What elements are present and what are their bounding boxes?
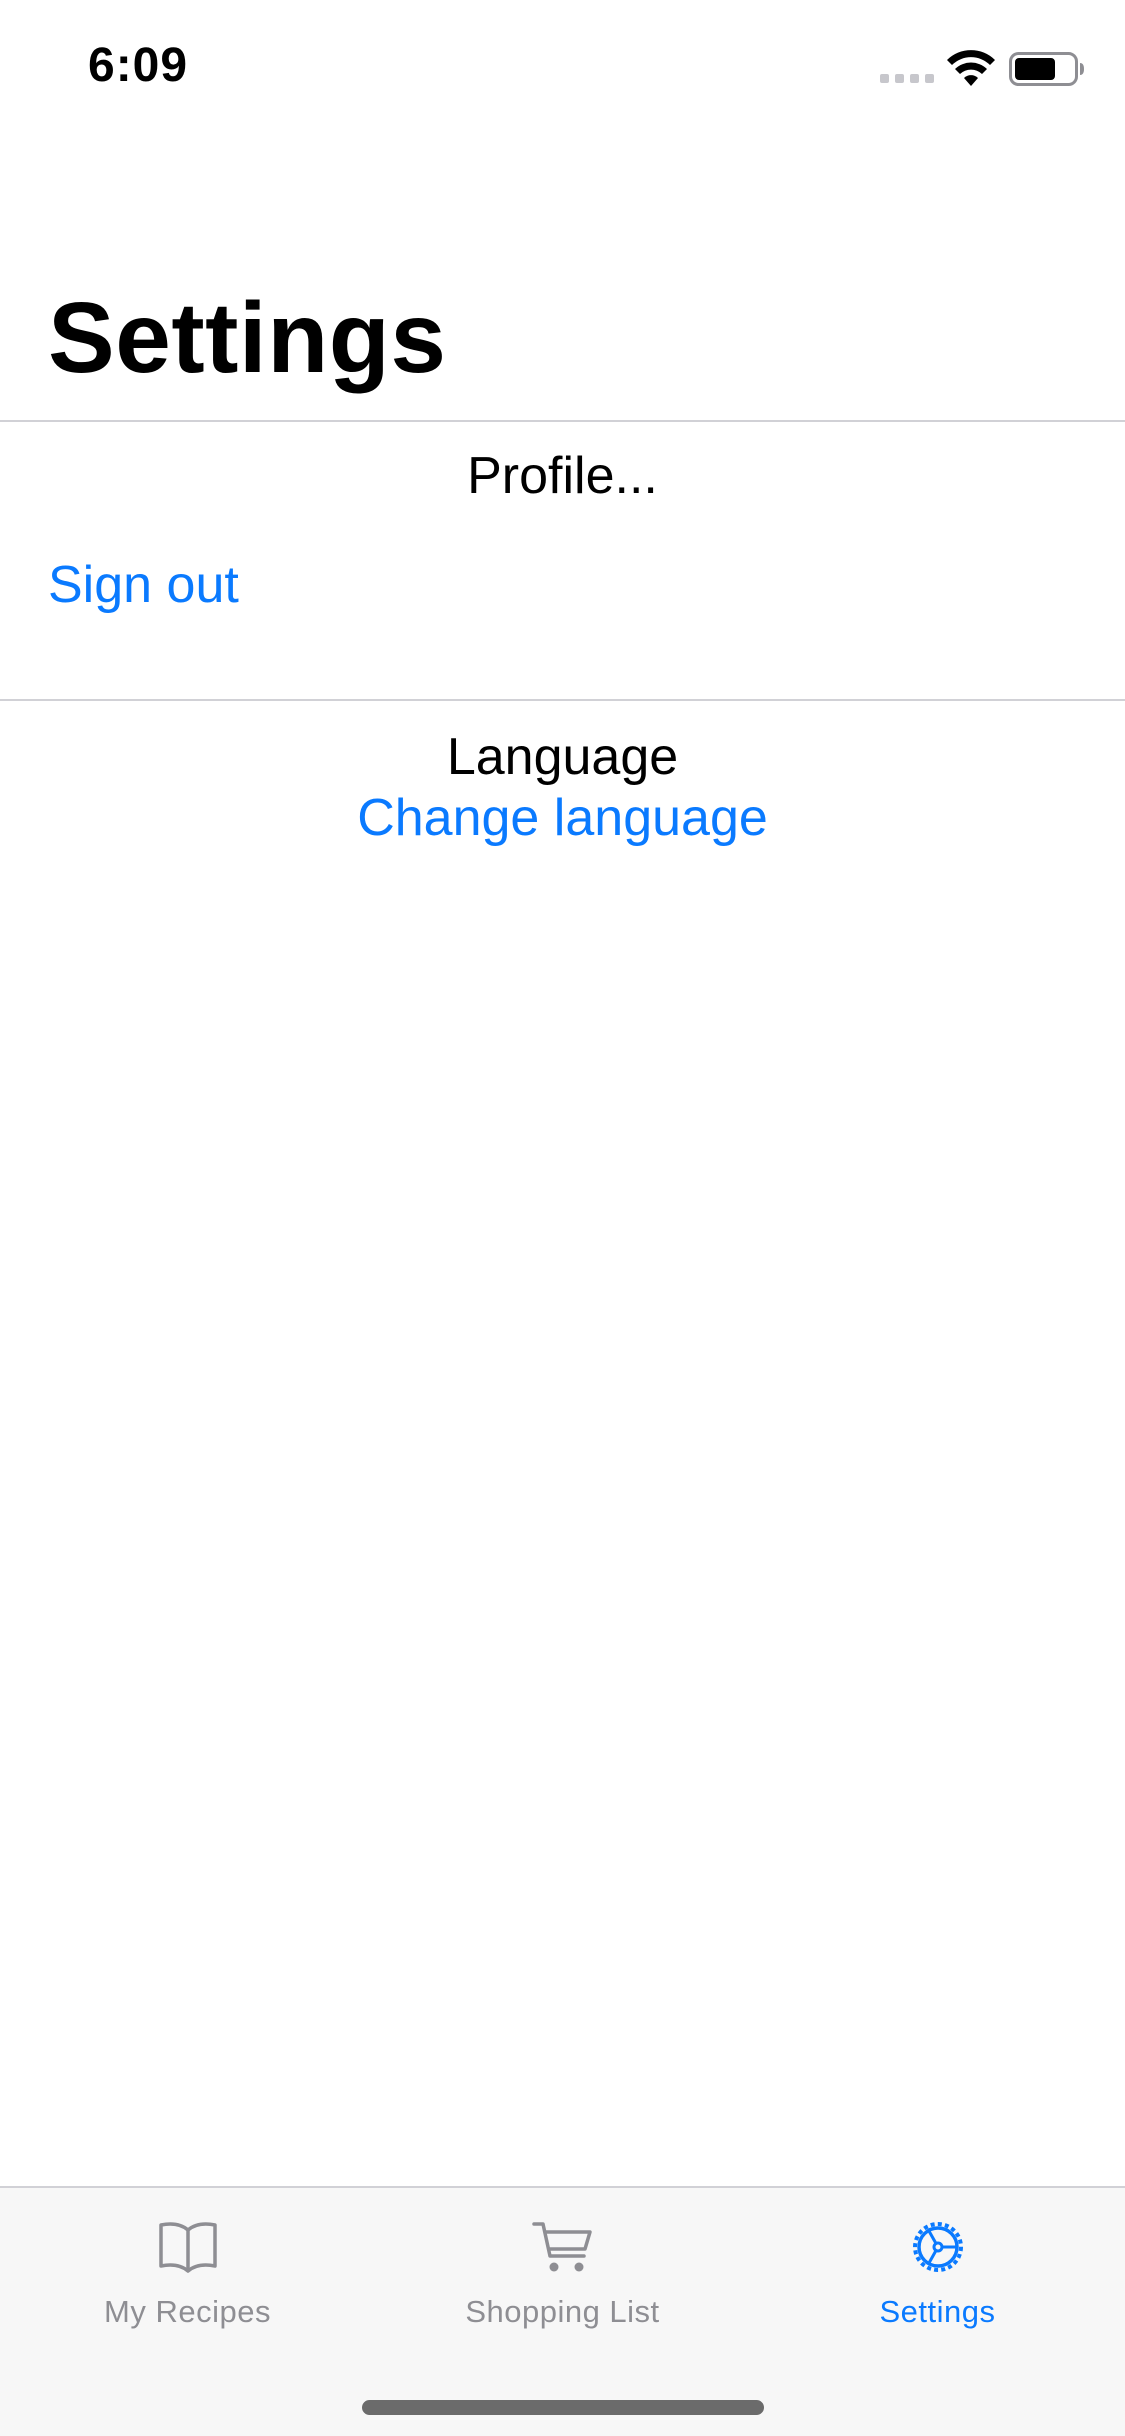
battery-icon <box>1009 52 1084 86</box>
page-title: Settings <box>48 282 447 394</box>
wifi-icon <box>947 50 995 86</box>
profile-section-header: Profile... <box>467 447 658 505</box>
tab-label: Settings <box>879 2294 996 2329</box>
tab-label: Shopping List <box>465 2294 660 2329</box>
book-icon <box>158 2222 217 2273</box>
tab-label: My Recipes <box>104 2294 271 2329</box>
signal-icon <box>880 74 934 83</box>
gear-icon <box>912 2222 963 2272</box>
home-indicator <box>362 2400 764 2415</box>
tab-settings[interactable]: Settings <box>750 2188 1125 2358</box>
section-divider <box>0 420 1125 422</box>
change-language-button[interactable]: Change language <box>0 786 1125 850</box>
section-divider <box>0 699 1125 701</box>
sign-out-button[interactable]: Sign out <box>48 553 239 617</box>
status-time: 6:09 <box>88 39 189 92</box>
tab-bar: My Recipes Shopping List Settings <box>0 2186 1125 2436</box>
language-section-header: Language <box>446 728 679 786</box>
status-bar: 6:09 <box>0 0 1125 132</box>
cart-icon <box>531 2222 592 2272</box>
tab-my-recipes[interactable]: My Recipes <box>0 2188 375 2358</box>
tab-shopping-list[interactable]: Shopping List <box>375 2188 750 2358</box>
